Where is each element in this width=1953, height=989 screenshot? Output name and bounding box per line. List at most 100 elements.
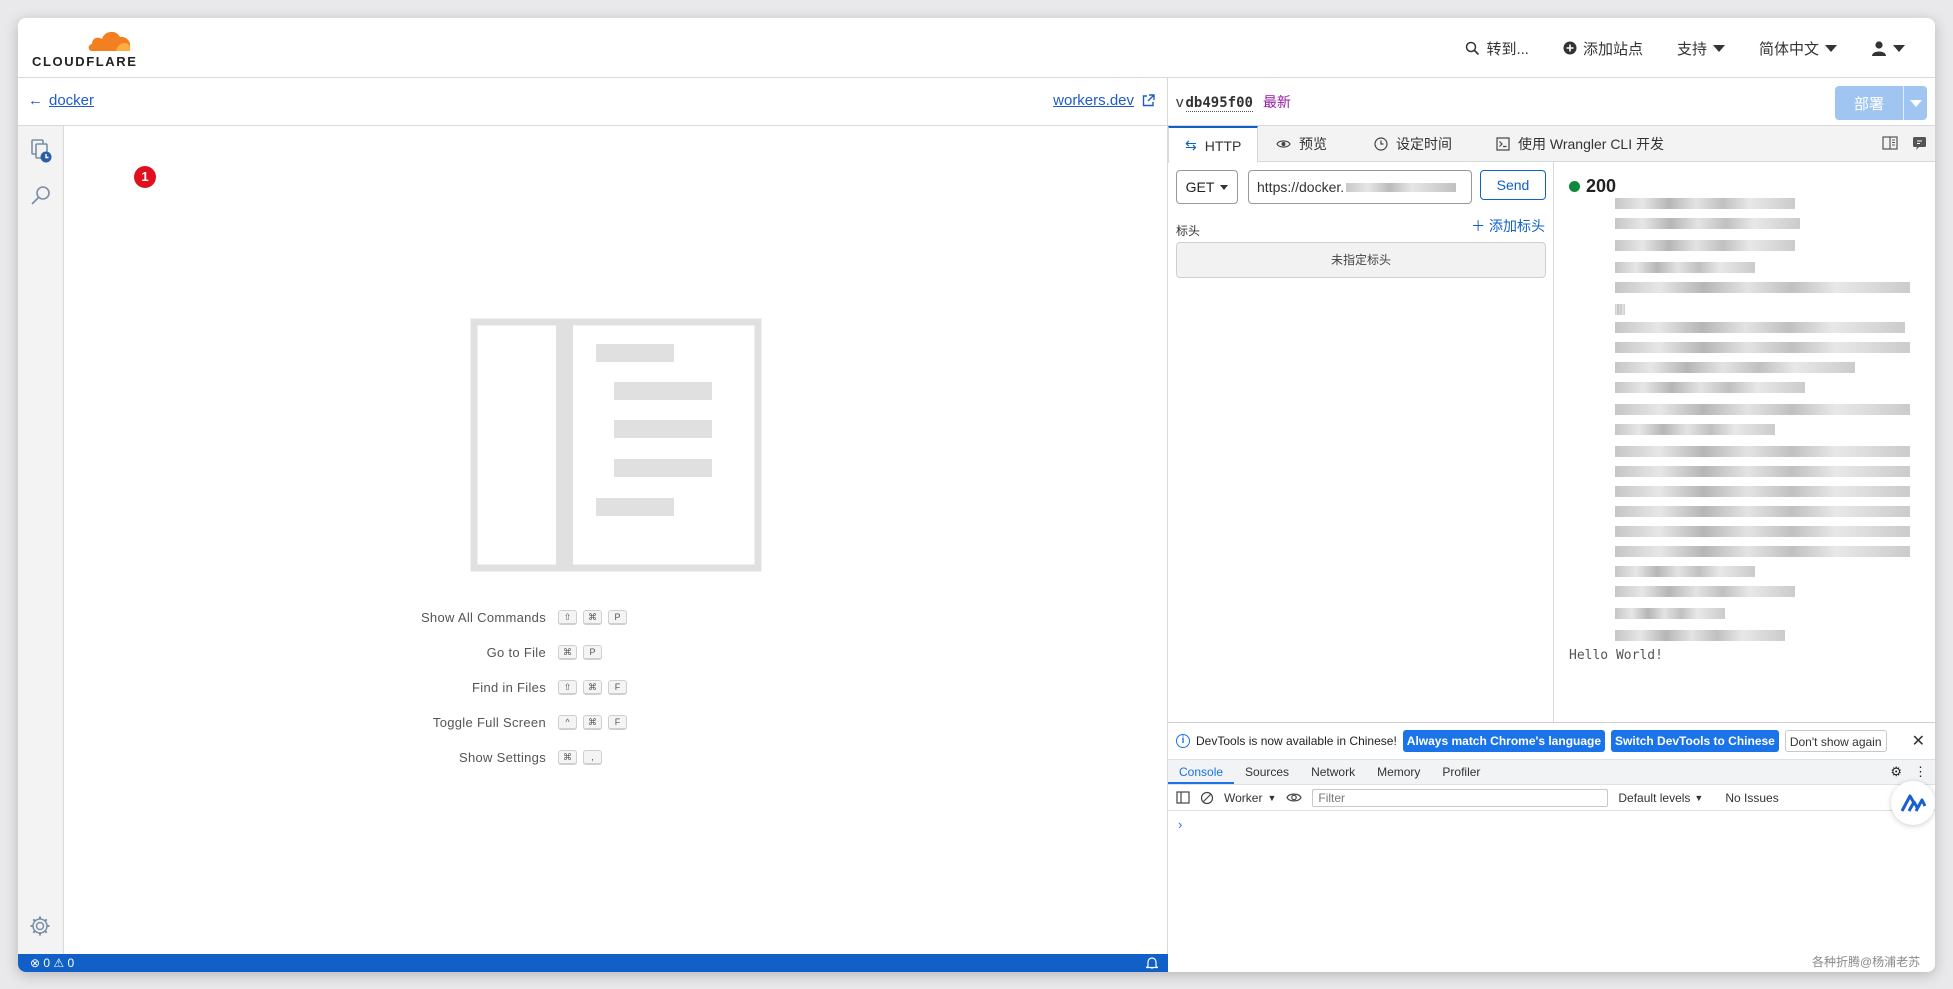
account-menu[interactable] (1871, 40, 1905, 56)
more-vertical-icon[interactable]: ⋮ (1914, 764, 1927, 780)
log-levels-select[interactable]: Default levels ▼ (1618, 791, 1703, 805)
shortcut-list: Show All Commands ⇧ ⌘ P Go to File ⌘ P Find in … (358, 600, 718, 775)
shortcut-row: Toggle Full Screen ^ ⌘ F (358, 705, 718, 740)
language-label: 简体中文 (1758, 40, 1819, 58)
info-icon: i (1176, 734, 1190, 748)
devtools-panel: i DevTools is now available in Chinese! … (1168, 722, 1935, 972)
close-icon[interactable]: ✕ (1912, 731, 1925, 751)
version-hash[interactable]: db495f00 (1185, 95, 1253, 112)
tab-preview[interactable]: 预览 (1260, 126, 1343, 162)
console-filter-input[interactable]: Filter (1312, 788, 1609, 807)
logo-wordmark: CLOUDFLARE (32, 54, 138, 69)
shortcut-key: F (608, 680, 627, 695)
tab-memory[interactable]: Memory (1366, 760, 1431, 784)
goto-button[interactable]: 转到... (1465, 38, 1529, 59)
shortcut-key: ⌘ (583, 715, 602, 730)
tab-http[interactable]: ⇆ HTTP (1168, 126, 1259, 163)
goto-label: 转到... (1486, 40, 1529, 58)
notification-badge: 1 (134, 166, 156, 188)
issues-counter[interactable]: No Issues (1725, 791, 1778, 805)
tab-wrangler[interactable]: 使用 Wrangler CLI 开发 (1480, 126, 1680, 162)
devtools-language-infobar: i DevTools is now available in Chinese! … (1168, 723, 1935, 759)
bell-icon[interactable] (1146, 956, 1158, 969)
search-icon (1466, 41, 1480, 55)
eye-icon (1276, 140, 1291, 148)
editor-watermark-graphic (470, 318, 762, 572)
cloudflare-cloud-icon (88, 31, 131, 51)
clock-icon (1374, 137, 1388, 151)
tab-schedule-label: 设定时间 (1396, 136, 1452, 152)
request-pane: GET https://docker. Send 标头 ＋ 添加标头 未指定标头 (1168, 162, 1554, 722)
cloudflare-logo[interactable]: CLOUDFLARE (32, 27, 142, 69)
sidebar-toggle-icon[interactable] (1176, 791, 1190, 804)
browser-window: CLOUDFLARE 转到... 添加站点 支持 简体中文 ← docker w… (18, 18, 1935, 972)
http-method-select[interactable]: GET (1176, 170, 1238, 204)
tab-sources[interactable]: Sources (1234, 760, 1300, 784)
support-menu[interactable]: 支持 (1677, 38, 1725, 59)
deploy-button[interactable]: 部署 (1835, 86, 1927, 120)
triangle-down-icon: ▼ (1694, 792, 1704, 803)
send-button[interactable]: Send (1480, 170, 1546, 200)
deploy-dropdown[interactable] (1904, 99, 1927, 107)
back-label: docker (49, 92, 95, 109)
plus-circle-icon (1563, 41, 1577, 55)
shortcut-row: Show Settings ⌘, (358, 740, 718, 775)
shortcut-key: ⇧ (558, 680, 577, 695)
redacted-url-part (1346, 182, 1457, 192)
console-prompt[interactable]: › (1178, 817, 1182, 832)
settings-gear-icon[interactable] (28, 914, 52, 938)
request-url-input[interactable]: https://docker. (1248, 170, 1472, 204)
floating-assistant-button[interactable] (1891, 781, 1935, 825)
shortcut-key: ⌘ (583, 610, 602, 625)
shortcut-label: Find in Files (472, 680, 546, 695)
shortcut-label: Show All Commands (420, 610, 546, 625)
warning-count[interactable]: 0 (68, 956, 75, 970)
top-nav: 转到... 添加站点 支持 简体中文 (1465, 18, 1905, 78)
tab-schedule[interactable]: 设定时间 (1358, 126, 1468, 162)
no-headers-placeholder: 未指定标头 (1176, 242, 1546, 278)
shortcut-label: Show Settings (458, 750, 546, 765)
explorer-files-icon[interactable] (28, 138, 54, 164)
tab-preview-label: 预览 (1299, 136, 1327, 152)
dont-show-again-button[interactable]: Don't show again (1784, 730, 1887, 752)
language-menu[interactable]: 简体中文 (1759, 38, 1837, 59)
shortcut-key: ⌘ (558, 645, 577, 660)
url-value: https://docker. (1257, 179, 1345, 195)
chevron-down-icon (1220, 184, 1229, 190)
workers-dev-link[interactable]: workers.dev (1053, 92, 1155, 109)
error-icon: ⊗ (30, 956, 44, 970)
tab-wrangler-label: 使用 Wrangler CLI 开发 (1518, 136, 1664, 152)
context-select[interactable]: Worker ▼ (1224, 791, 1276, 805)
swap-arrows-icon: ⇆ (1185, 137, 1197, 153)
version-header: v db495f00 最新 部署 (1168, 78, 1935, 126)
add-site-label: 添加站点 (1582, 40, 1643, 58)
tab-console[interactable]: Console (1168, 760, 1235, 784)
switch-chinese-button[interactable]: Switch DevTools to Chinese (1611, 730, 1779, 752)
add-header-label: 添加标头 (1489, 218, 1545, 234)
clear-console-icon[interactable] (1200, 791, 1214, 805)
deploy-label: 部署 (1853, 95, 1884, 113)
search-icon[interactable] (29, 184, 53, 208)
devtools-toggle-icon[interactable] (1912, 136, 1927, 150)
editor-header: ← docker workers.dev (18, 78, 1168, 126)
match-language-button[interactable]: Always match Chrome's language (1402, 730, 1606, 752)
add-site-button[interactable]: 添加站点 (1563, 38, 1643, 59)
top-bar: CLOUDFLARE 转到... 添加站点 支持 简体中文 (18, 18, 1935, 78)
shortcut-label: Toggle Full Screen (432, 715, 546, 730)
error-count[interactable]: 0 (43, 956, 50, 970)
response-body-tail: Hello World! (1569, 648, 1663, 663)
chevron-down-icon (1909, 99, 1922, 107)
add-header-button[interactable]: ＋ 添加标头 (1471, 216, 1545, 236)
gear-icon[interactable]: ⚙ (1890, 764, 1902, 780)
pane-tools (1882, 136, 1927, 150)
split-view-icon[interactable] (1882, 136, 1898, 150)
watermark-text: 各种折腾@杨浦老苏 (1812, 955, 1921, 969)
response-pane: 200 Hello World! (1555, 162, 1935, 722)
tab-network[interactable]: Network (1300, 760, 1366, 784)
shortcut-key: P (608, 610, 627, 625)
status-bar: ⊗ 0 ⚠ 0 (18, 954, 1168, 972)
eye-icon[interactable] (1286, 792, 1303, 803)
tab-profiler[interactable]: Profiler (1431, 760, 1491, 784)
shortcut-row: Find in Files ⇧ ⌘ F (358, 670, 718, 705)
back-to-worker-link[interactable]: ← docker (28, 92, 94, 109)
